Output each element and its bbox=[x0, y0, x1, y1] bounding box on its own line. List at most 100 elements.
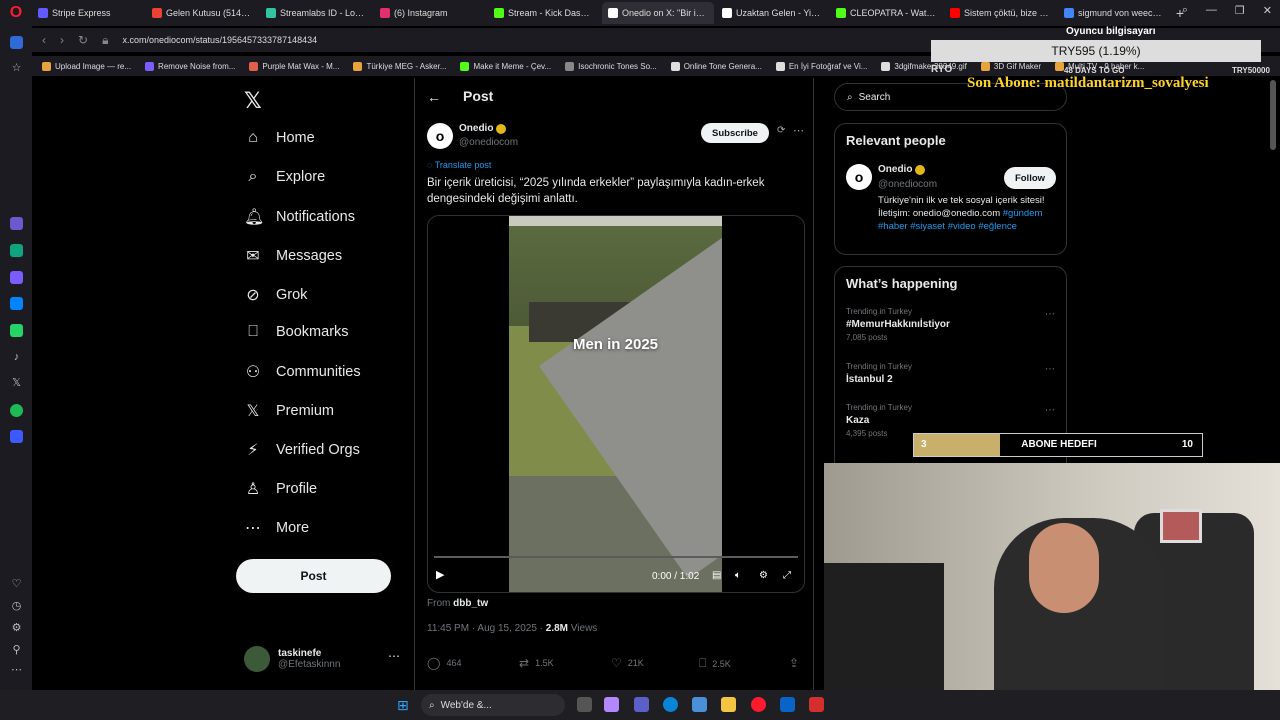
outlook-icon[interactable] bbox=[780, 697, 795, 712]
like-button[interactable]: ♡ 21K bbox=[611, 656, 644, 670]
bookmark-item[interactable]: 3D Gif Maker bbox=[980, 61, 1041, 71]
opera-taskbar-icon[interactable] bbox=[751, 697, 766, 712]
spotify-icon[interactable] bbox=[10, 404, 23, 417]
post-button[interactable]: Post bbox=[236, 559, 391, 593]
bookmark-item[interactable]: Online Tone Genera... bbox=[670, 61, 762, 71]
chatgpt-icon[interactable] bbox=[10, 244, 23, 257]
browser-tab[interactable]: Onedio on X: "Bir içerik ü bbox=[602, 2, 714, 24]
bookmark-item[interactable]: Türkiye MEG - Asker... bbox=[353, 61, 446, 71]
nav-item-communities[interactable]: ⚇ Communities bbox=[244, 362, 361, 382]
browser-tab[interactable]: Stripe Express bbox=[32, 2, 144, 24]
browser-tab[interactable]: Gelen Kutusu (514) - nor bbox=[146, 2, 258, 24]
person-avatar[interactable]: o bbox=[846, 164, 872, 190]
nav-item-messages[interactable]: ✉ Messages bbox=[244, 246, 342, 266]
teams-icon[interactable] bbox=[634, 697, 649, 712]
nav-item-explore[interactable]: ⌕ Explore bbox=[244, 168, 326, 186]
home-sidebar-icon[interactable] bbox=[10, 36, 23, 49]
player-icon[interactable] bbox=[10, 430, 23, 443]
trend-item[interactable]: Trending in Turkey #MemurHakkınıİstiyor 7,… bbox=[846, 307, 950, 342]
nav-item-profile[interactable]: ♙ Profile bbox=[244, 479, 317, 499]
nav-item-home[interactable]: ⌂ Home bbox=[244, 129, 315, 147]
page-scrollbar[interactable] bbox=[1270, 80, 1276, 150]
volume-icon[interactable]: 🔈︎ bbox=[735, 570, 741, 581]
video-progress-bar[interactable] bbox=[434, 556, 798, 558]
video-frame[interactable]: Men in 2025 bbox=[509, 216, 722, 592]
heart-icon[interactable]: ♡ bbox=[10, 578, 23, 591]
trend-item[interactable]: Trending in Turkey Kaza 4,395 posts bbox=[846, 403, 912, 438]
reply-button[interactable]: ◯ 464 bbox=[427, 656, 461, 670]
nav-item-bookmarks[interactable]: ⎕ Bookmarks bbox=[244, 323, 348, 341]
bookmark-button[interactable]: ⎕ 2.5K bbox=[699, 656, 731, 671]
history-icon[interactable]: ◷ bbox=[10, 600, 23, 613]
person-handle[interactable]: @onediocom bbox=[878, 179, 937, 190]
play-icon[interactable]: ▶ bbox=[436, 568, 444, 581]
subscribe-button[interactable]: Subscribe bbox=[701, 123, 769, 143]
author-name[interactable]: Onedio bbox=[459, 123, 507, 134]
edge-icon[interactable] bbox=[663, 697, 678, 712]
task-view-icon[interactable] bbox=[577, 697, 592, 712]
account-more-icon[interactable]: ⋯ bbox=[388, 649, 400, 663]
nav-item-verified-orgs[interactable]: ⚡ Verified Orgs bbox=[244, 440, 359, 460]
whatsapp-icon[interactable] bbox=[10, 324, 23, 337]
post-timestamp[interactable]: 11:45 PM · Aug 15, 2025 · bbox=[427, 623, 546, 634]
nav-item-grok[interactable]: ⊘ Grok bbox=[244, 285, 307, 305]
bookmark-item[interactable]: Isochronic Tones So... bbox=[565, 61, 657, 71]
person-name[interactable]: Onedio bbox=[878, 164, 926, 175]
file-explorer-icon[interactable] bbox=[721, 697, 736, 712]
store-icon[interactable] bbox=[692, 697, 707, 712]
forward-icon[interactable]: › bbox=[60, 33, 64, 47]
browser-tab[interactable]: Uzaktan Gelen - Yine ge bbox=[716, 2, 828, 24]
maximize-icon[interactable]: ❐ bbox=[1235, 4, 1245, 17]
trend-more-icon[interactable]: ⋯ bbox=[1045, 309, 1055, 320]
taskbar-search[interactable]: ⌕ Web'de &... bbox=[421, 694, 565, 716]
trend-item[interactable]: Trending in Turkey İstanbul 2 bbox=[846, 362, 912, 388]
opera-logo-icon[interactable]: O bbox=[0, 0, 32, 26]
account-switcher[interactable]: taskinefe @Efetaskinnn ⋯ bbox=[244, 643, 400, 675]
bookmark-item[interactable]: Purple Mat Wax - M... bbox=[249, 61, 339, 71]
nav-item-premium[interactable]: 𝕏 Premium bbox=[244, 401, 334, 421]
bookmark-item[interactable]: Upload Image — re... bbox=[42, 61, 131, 71]
x-icon[interactable]: 𝕏 bbox=[10, 377, 23, 390]
tiktok-icon[interactable]: ♪ bbox=[10, 351, 23, 364]
browser-tab[interactable]: Streamlabs ID - Log in bbox=[260, 2, 372, 24]
app-icon[interactable] bbox=[809, 697, 824, 712]
sidebar-more-icon[interactable]: ⋯ bbox=[10, 664, 23, 677]
x-logo-icon[interactable]: 𝕏 bbox=[244, 88, 262, 114]
browser-tab[interactable]: Sistem çöktü, bize yenis bbox=[944, 2, 1056, 24]
share-button[interactable]: ⇪ bbox=[789, 656, 799, 670]
browser-tab[interactable]: Stream - Kick Dashboard bbox=[488, 2, 600, 24]
translate-post-link[interactable]: ◌ Translate post bbox=[427, 160, 491, 170]
bookmark-item[interactable]: En İyi Fotoğraf ve Vi... bbox=[775, 61, 867, 71]
video-player[interactable]: Men in 2025 ▶ 0:00 / 1:02 ▤ 🔈︎ ⚙ ⤢ bbox=[427, 215, 805, 593]
trend-more-icon[interactable]: ⋯ bbox=[1045, 405, 1055, 416]
repost-button[interactable]: ⇄ 1.5K bbox=[519, 656, 554, 670]
windows-start-icon[interactable]: ⊞ bbox=[397, 697, 412, 713]
messenger-icon[interactable] bbox=[10, 297, 23, 310]
nav-item-notifications[interactable]: 🔔︎ Notifications bbox=[244, 207, 355, 227]
captions-icon[interactable]: ▤ bbox=[712, 570, 721, 581]
browser-tab[interactable]: sigmund von weech - Go bbox=[1058, 2, 1170, 24]
minimize-icon[interactable]: — bbox=[1206, 4, 1217, 17]
back-arrow-icon[interactable]: ← bbox=[427, 89, 441, 105]
search-tabs-icon[interactable]: ⌕ bbox=[1182, 4, 1188, 17]
close-icon[interactable]: ✕ bbox=[1263, 4, 1272, 17]
lightbulb-icon[interactable]: ⚲ bbox=[10, 644, 23, 657]
post-more-icon[interactable]: ⋯ bbox=[793, 124, 804, 137]
star-icon[interactable]: ☆ bbox=[10, 62, 23, 75]
bookmark-item[interactable]: Make it Meme - Çev... bbox=[460, 61, 551, 71]
bookmark-item[interactable]: 3dgifmaker28349.gif bbox=[881, 61, 967, 71]
nav-item-more[interactable]: ⋯ More bbox=[244, 518, 309, 538]
browser-tab[interactable]: (6) Instagram bbox=[374, 2, 486, 24]
reload-icon[interactable]: ↻ bbox=[78, 33, 88, 47]
url-field[interactable]: x.com/onediocom/status/19564573337871484… bbox=[122, 35, 317, 45]
aria-icon[interactable] bbox=[10, 217, 23, 230]
author-avatar[interactable]: o bbox=[427, 123, 453, 149]
video-settings-icon[interactable]: ⚙ bbox=[759, 570, 768, 581]
browser-tab[interactable]: CLEOPATRA - Watch the bbox=[830, 2, 942, 24]
bookmark-item[interactable]: Remove Noise from... bbox=[145, 61, 235, 71]
follow-button[interactable]: Follow bbox=[1004, 167, 1056, 189]
trend-more-icon[interactable]: ⋯ bbox=[1045, 364, 1055, 375]
extension-icon[interactable] bbox=[10, 271, 23, 284]
back-icon[interactable]: ‹ bbox=[42, 33, 46, 47]
from-source-link[interactable]: dbb_tw bbox=[453, 598, 488, 609]
